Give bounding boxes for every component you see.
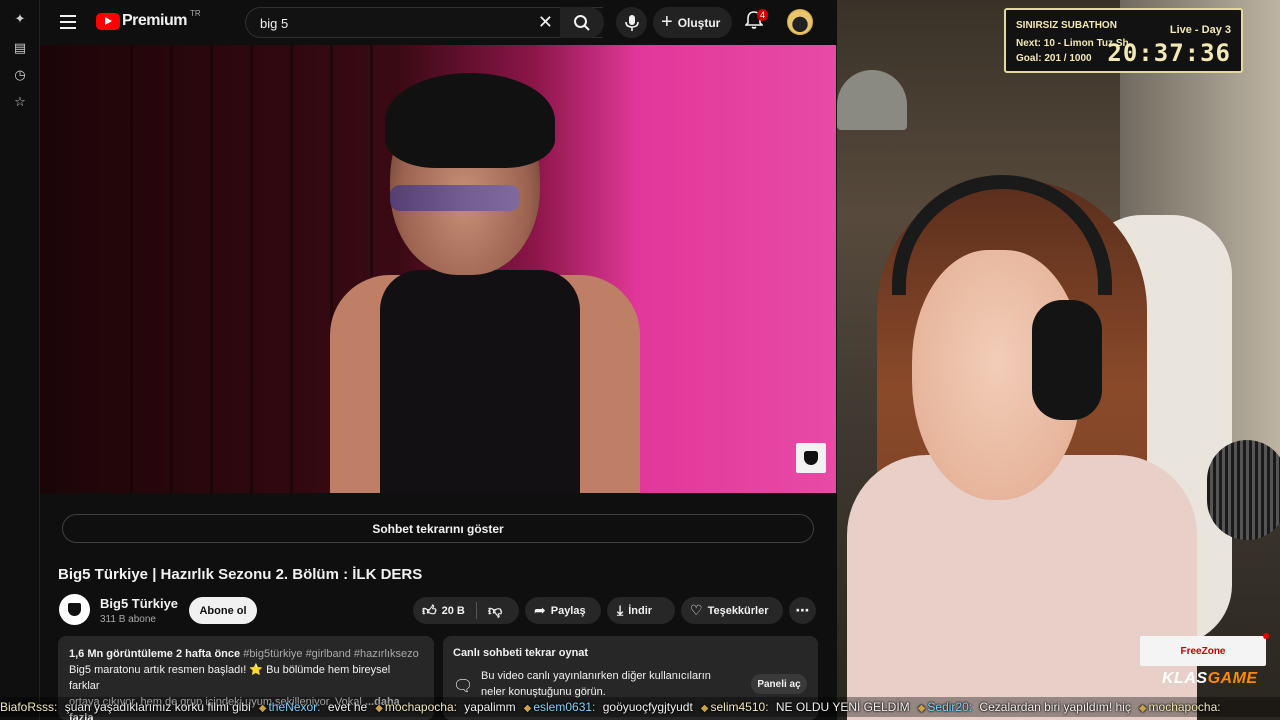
thumbs-up-icon[interactable]: 👍︎: [422, 602, 437, 619]
youtube-logo[interactable]: Premium TR: [96, 8, 201, 30]
badge-icon: ◆: [1138, 703, 1147, 714]
more-actions-button[interactable]: ⋯: [789, 597, 816, 624]
webcam-feed: [837, 0, 1280, 720]
browser-side-rail: ✦ ▤ ◷ ☆: [0, 0, 40, 720]
ticker-username: mochapocha:: [384, 700, 457, 714]
youtube-play-icon: [96, 12, 120, 30]
show-chat-replay-button[interactable]: Sohbet tekrarını göster: [62, 514, 814, 543]
ticker-message: ◆ mochapocha: yapalimm: [375, 700, 519, 714]
screen: ✦ ▤ ◷ ☆ Premium TR big 5 ✕ + Oluştur 4 S…: [0, 0, 1280, 720]
ticker-username: Sedir20:: [927, 700, 973, 714]
sparkle-icon[interactable]: ✦: [12, 11, 28, 27]
thanks-button[interactable]: ♡ Teşekkürler: [681, 597, 783, 624]
menu-icon[interactable]: [60, 15, 76, 29]
klasgame-logo: KLASGAME: [1162, 670, 1258, 687]
view-meta: 1,6 Mn görüntüleme 2 hafta önce: [69, 648, 241, 660]
subathon-status: Live - Day 3: [1169, 24, 1231, 36]
ticker-username: mochapocha:: [1148, 700, 1221, 714]
ticker-text: evet he: [324, 700, 368, 714]
subscriber-count: 311 B abone: [100, 614, 156, 625]
channel-avatar[interactable]: [59, 594, 90, 625]
clear-icon[interactable]: ✕: [538, 12, 553, 33]
freezone-logo: FreeZone: [1140, 633, 1269, 666]
history-icon[interactable]: ◷: [12, 67, 28, 83]
chat-ticker: BiafoRsss: şuan yaşadıklarımız korku fil…: [0, 697, 1280, 717]
search-input[interactable]: big 5 ✕: [245, 7, 603, 38]
notification-badge: 4: [757, 9, 769, 21]
badge-icon: ◆: [258, 703, 267, 714]
like-count[interactable]: 20 B: [442, 605, 465, 617]
create-label: Oluştur: [677, 15, 721, 30]
save-icon[interactable]: ▤: [12, 40, 28, 56]
subathon-goal: Goal: 201 / 1000: [1016, 53, 1092, 64]
ticker-text: goöyuoçfygjtyudt: [599, 700, 693, 714]
like-dislike-group: 👍︎ 20 B 👎︎: [413, 597, 519, 624]
thanks-label: Teşekkürler: [707, 604, 769, 617]
plus-icon: +: [661, 11, 673, 33]
logo-text: Premium: [122, 12, 187, 29]
ticker-username: eslem0631:: [533, 700, 596, 714]
subscribe-button[interactable]: Abone ol: [189, 597, 257, 624]
ticker-message: ◆ mochapocha:: [1139, 700, 1229, 714]
youtube-header: Premium TR big 5 ✕ + Oluştur 4: [40, 0, 836, 45]
subathon-timer: 20:37:36: [1107, 39, 1231, 67]
notifications-button[interactable]: 4: [744, 9, 769, 34]
live-chat-text: Bu video canlı yayınlanırken diğer kulla…: [481, 670, 711, 698]
microphone-icon: [624, 14, 639, 31]
ticker-message: ◆ Sedir20: Cezalardan biri yapıldım! hiç: [918, 700, 1135, 714]
ticker-message: ◆ selim4510: NE OLDU YENİ GELDİM: [701, 700, 914, 714]
badge-icon: ◆: [523, 703, 532, 714]
subathon-title: SINIRSIZ SUBATHON: [1016, 20, 1117, 31]
video-player[interactable]: [40, 45, 836, 493]
share-button[interactable]: ➦ Paylaş: [525, 597, 601, 624]
ticker-message: ◆ theNexor: evet he: [259, 700, 371, 714]
account-avatar[interactable]: [787, 9, 813, 35]
create-button[interactable]: + Oluştur: [653, 7, 733, 38]
thumbs-down-icon[interactable]: 👎︎: [488, 602, 502, 619]
download-icon: ⤓: [617, 602, 624, 618]
open-panel-button[interactable]: Paneli aç: [751, 674, 807, 694]
region-code: TR: [189, 8, 201, 18]
share-icon: ➦: [534, 602, 546, 618]
live-chat-title: Canlı sohbeti tekrar oynat: [453, 647, 589, 659]
ticker-text: NE OLDU YENİ GELDİM: [772, 700, 910, 714]
subathon-widget: SINIRSIZ SUBATHON Next: 10 - Limon Tuz S…: [1004, 8, 1243, 73]
badge-icon: ◆: [917, 703, 926, 714]
ticker-text: şuan yaşadıklarımız korku filmi gibi: [61, 700, 251, 714]
channel-name[interactable]: Big5 Türkiye: [100, 596, 178, 611]
download-label: İndir: [628, 604, 653, 617]
ticker-username: selim4510:: [710, 700, 769, 714]
search-button[interactable]: [560, 7, 604, 38]
share-label: Paylaş: [550, 604, 586, 617]
live-dot-icon: [1263, 633, 1269, 639]
badge-icon: ◆: [700, 703, 709, 714]
voice-search-button[interactable]: [616, 7, 647, 38]
search-query: big 5: [260, 16, 289, 31]
description-line: Big5 maratonu artık resmen başladı! ⭐ Bu…: [69, 664, 391, 692]
channel-watermark[interactable]: [796, 443, 826, 473]
badge-icon: ◆: [375, 703, 383, 714]
video-title: Big5 Türkiye | Hazırlık Sezonu 2. Bölüm …: [58, 566, 423, 583]
hashtags[interactable]: #big5türkiye #girlband #hazırlıksezo: [240, 648, 419, 660]
star-icon[interactable]: ☆: [12, 94, 28, 110]
search-icon: [574, 14, 590, 31]
ticker-text: yapalimm: [460, 700, 516, 714]
download-button[interactable]: ⤓ İndir: [607, 597, 675, 624]
ticker-message: ◆ eslem0631: goöyuoçfygjtyudt: [524, 700, 697, 714]
ticker-username: theNexor:: [268, 700, 321, 714]
chat-icon: 🗨︎: [453, 678, 474, 695]
ticker-text: Cezalardan biri yapıldım! hiç: [976, 700, 1131, 714]
thanks-icon: ♡: [690, 602, 703, 618]
ticker-username: BiafoRsss:: [0, 700, 58, 714]
ticker-message: BiafoRsss: şuan yaşadıklarımız korku fil…: [0, 700, 255, 714]
